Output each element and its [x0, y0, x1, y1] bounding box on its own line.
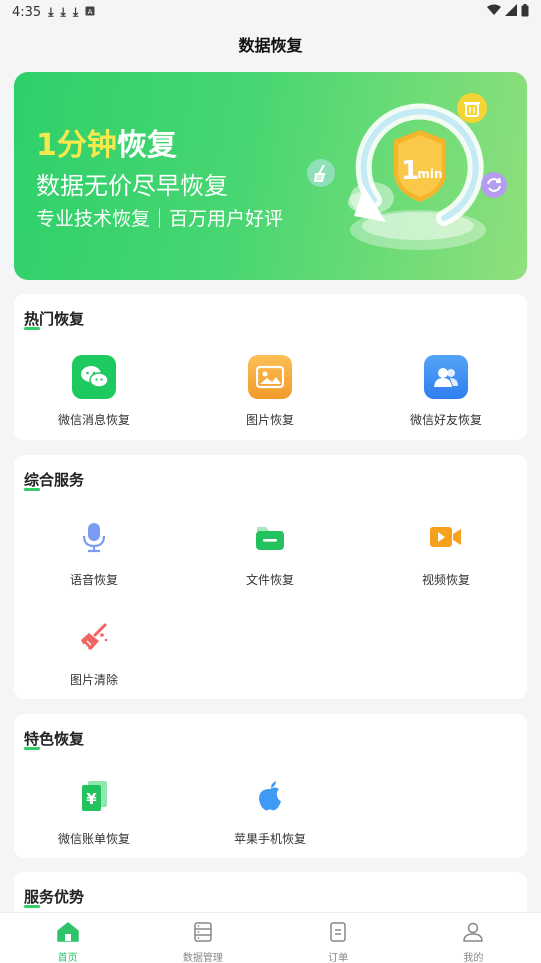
wifi-icon: [487, 4, 501, 20]
banner-subtitle: 数据无价尽早恢复: [36, 172, 228, 200]
wechat-message-recovery[interactable]: 微信消息恢复: [14, 355, 174, 428]
battery-icon: [521, 3, 529, 21]
contacts-icon: [424, 355, 468, 399]
tab-orders[interactable]: 订单: [271, 913, 406, 963]
tab-data-management-label: 数据管理: [182, 953, 223, 963]
microphone-icon: [72, 515, 116, 559]
special-recovery-card: 特色恢复 ¥ 微信账单恢复 苹果手机恢复: [14, 714, 527, 858]
trash-icon: [457, 93, 487, 123]
image-recovery-label: 图片恢复: [245, 413, 294, 427]
image-recovery[interactable]: 图片恢复: [190, 355, 350, 428]
banner-headline-highlight: 1分钟: [36, 128, 117, 163]
top-bar: 数据恢复: [0, 24, 541, 64]
banner-tagline: 专业技术恢复｜百万用户好评: [36, 208, 284, 230]
bottom-tab-bar: 首页 数据管理 订单 我的: [0, 912, 541, 963]
video-recovery-label: 视频恢复: [421, 573, 470, 587]
iphone-recovery[interactable]: 苹果手机恢复: [190, 774, 350, 847]
folder-icon: [248, 515, 292, 559]
file-recovery-label: 文件恢复: [245, 573, 294, 587]
banner-headline: 1分钟恢复: [36, 120, 177, 164]
title-underline: [24, 488, 40, 491]
wechat-bill-recovery[interactable]: ¥ 微信账单恢复: [14, 774, 174, 847]
hot-recovery-card: 热门恢复 微信消息恢复 图片恢复 微信好友恢复: [14, 294, 527, 440]
video-recovery[interactable]: 视频恢复: [366, 515, 526, 588]
status-time: 4:35: [12, 4, 42, 20]
download-icon: ⤓: [60, 4, 66, 19]
voice-recovery[interactable]: 语音恢复: [14, 515, 174, 588]
image-clear[interactable]: 图片清除: [14, 615, 174, 688]
image-icon: [248, 355, 292, 399]
hot-recovery-title-text: 热门恢复: [24, 310, 85, 328]
badge-number: 1: [401, 156, 419, 186]
svg-text:A: A: [88, 8, 93, 16]
tab-data-management[interactable]: 数据管理: [135, 913, 270, 963]
special-recovery-title: 特色恢复: [24, 728, 85, 750]
wechat-message-recovery-label: 微信消息恢复: [57, 413, 130, 427]
status-bar: 4:35 ⤓ ⤓ ⤓ A: [0, 0, 541, 24]
promo-banner[interactable]: 1分钟恢复 数据无价尽早恢复 专业技术恢复｜百万用户好评 1 min: [14, 72, 527, 280]
badge-unit: min: [417, 167, 442, 181]
tab-orders-label: 订单: [328, 953, 349, 963]
banner-headline-rest: 恢复: [116, 128, 177, 163]
home-icon: [56, 921, 79, 947]
broom-icon: [72, 615, 116, 659]
bill-icon: ¥: [72, 774, 116, 818]
advantages-title-text: 服务优势: [24, 888, 85, 906]
video-icon: [424, 515, 468, 559]
wechat-bill-recovery-label: 微信账单恢复: [57, 832, 130, 846]
user-icon: [462, 921, 484, 947]
wechat-friend-recovery-label: 微信好友恢复: [409, 413, 482, 427]
image-clear-label: 图片清除: [69, 673, 118, 687]
tab-home[interactable]: 首页: [0, 913, 135, 963]
voice-recovery-label: 语音恢复: [69, 573, 118, 587]
advantages-title: 服务优势: [24, 886, 85, 908]
tab-profile[interactable]: 我的: [406, 913, 541, 963]
tab-profile-label: 我的: [463, 953, 484, 963]
file-recovery[interactable]: 文件恢复: [190, 515, 350, 588]
download-icon: ⤓: [72, 4, 79, 19]
signal-icon: [505, 4, 517, 20]
special-recovery-title-text: 特色恢复: [24, 730, 85, 748]
page-title: 数据恢复: [238, 36, 303, 55]
apple-icon: [248, 774, 292, 818]
tab-home-label: 首页: [57, 953, 78, 963]
notification-icon: A: [85, 5, 95, 20]
wechat-icon: [72, 355, 116, 399]
cleaner-icon: [307, 159, 335, 187]
svg-text:¥: ¥: [86, 790, 97, 808]
download-icon: ⤓: [48, 4, 54, 19]
services-title: 综合服务: [24, 469, 85, 491]
title-underline: [24, 905, 40, 908]
iphone-recovery-label: 苹果手机恢复: [233, 832, 306, 846]
data-icon: [192, 921, 214, 947]
sync-icon: [481, 172, 507, 198]
title-underline: [24, 747, 40, 750]
services-title-text: 综合服务: [24, 471, 85, 489]
wechat-friend-recovery[interactable]: 微信好友恢复: [366, 355, 526, 428]
order-icon: [327, 921, 349, 947]
services-card: 综合服务 语音恢复 文件恢复 视频恢复 图片清除: [14, 455, 527, 699]
title-underline: [24, 327, 40, 330]
hot-recovery-title: 热门恢复: [24, 308, 85, 330]
